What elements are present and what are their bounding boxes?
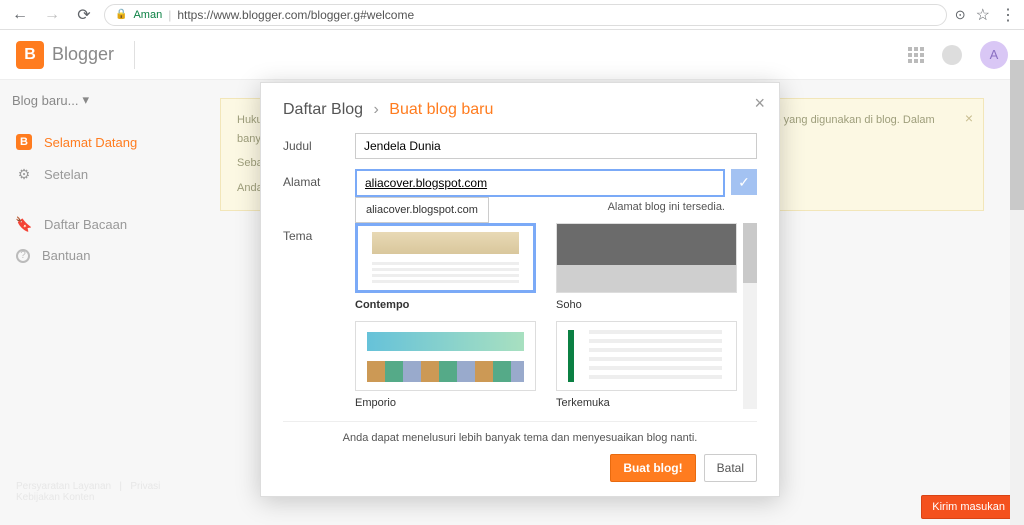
theme-name: Contempo	[355, 299, 536, 311]
address-bar[interactable]: 🔒 Aman | https://www.blogger.com/blogger…	[104, 4, 947, 26]
theme-option-contempo[interactable]: Contempo	[355, 223, 536, 311]
cancel-button[interactable]: Batal	[704, 454, 757, 482]
breadcrumb-current: Buat blog baru	[389, 101, 493, 118]
theme-option-emporio[interactable]: Emporio	[355, 321, 536, 409]
back-button[interactable]: ←	[8, 3, 32, 27]
reload-button[interactable]: ⟳	[72, 3, 96, 27]
theme-name: Emporio	[355, 397, 536, 409]
theme-name: Terkemuka	[556, 397, 737, 409]
theme-grid: Contempo Soho Emporio Terkemuka	[355, 223, 737, 409]
modal-backdrop: × Daftar Blog › Buat blog baru Judul Ala…	[0, 30, 1024, 525]
search-in-page-icon[interactable]: ⊙	[955, 7, 966, 23]
theme-thumbnail	[355, 223, 536, 293]
create-blog-button[interactable]: Buat blog!	[610, 454, 695, 482]
url-text: https://www.blogger.com/blogger.g#welcom…	[177, 8, 414, 22]
label-theme: Tema	[283, 223, 355, 243]
forward-button[interactable]: →	[40, 3, 64, 27]
theme-thumbnail	[355, 321, 536, 391]
theme-option-soho[interactable]: Soho	[556, 223, 737, 311]
label-title: Judul	[283, 133, 355, 153]
breadcrumb-root[interactable]: Daftar Blog	[283, 101, 363, 118]
theme-thumbnail	[556, 223, 737, 293]
theme-name: Soho	[556, 299, 737, 311]
breadcrumb: Daftar Blog › Buat blog baru	[283, 101, 757, 119]
lock-icon: 🔒	[115, 9, 127, 20]
availability-text: Alamat blog ini tersedia.	[283, 201, 725, 213]
label-address: Alamat	[283, 169, 355, 189]
title-input[interactable]	[355, 133, 757, 159]
browser-toolbar: ← → ⟳ 🔒 Aman | https://www.blogger.com/b…	[0, 0, 1024, 30]
address-suggestion[interactable]: aliacover.blogspot.com	[355, 197, 489, 223]
theme-thumbnail	[556, 321, 737, 391]
bookmark-star-icon[interactable]: ☆	[976, 5, 990, 25]
theme-scrollbar[interactable]	[743, 223, 757, 409]
secure-label: Aman	[133, 9, 162, 21]
modal-note: Anda dapat menelusuri lebih banyak tema …	[283, 421, 757, 444]
create-blog-modal: × Daftar Blog › Buat blog baru Judul Ala…	[260, 82, 780, 497]
close-icon[interactable]: ×	[754, 93, 765, 114]
check-availability-button[interactable]: ✓	[731, 169, 757, 195]
theme-option-terkemuka[interactable]: Terkemuka	[556, 321, 737, 409]
kebab-menu-icon[interactable]: ⋮	[1000, 5, 1016, 25]
address-input[interactable]	[355, 169, 725, 197]
